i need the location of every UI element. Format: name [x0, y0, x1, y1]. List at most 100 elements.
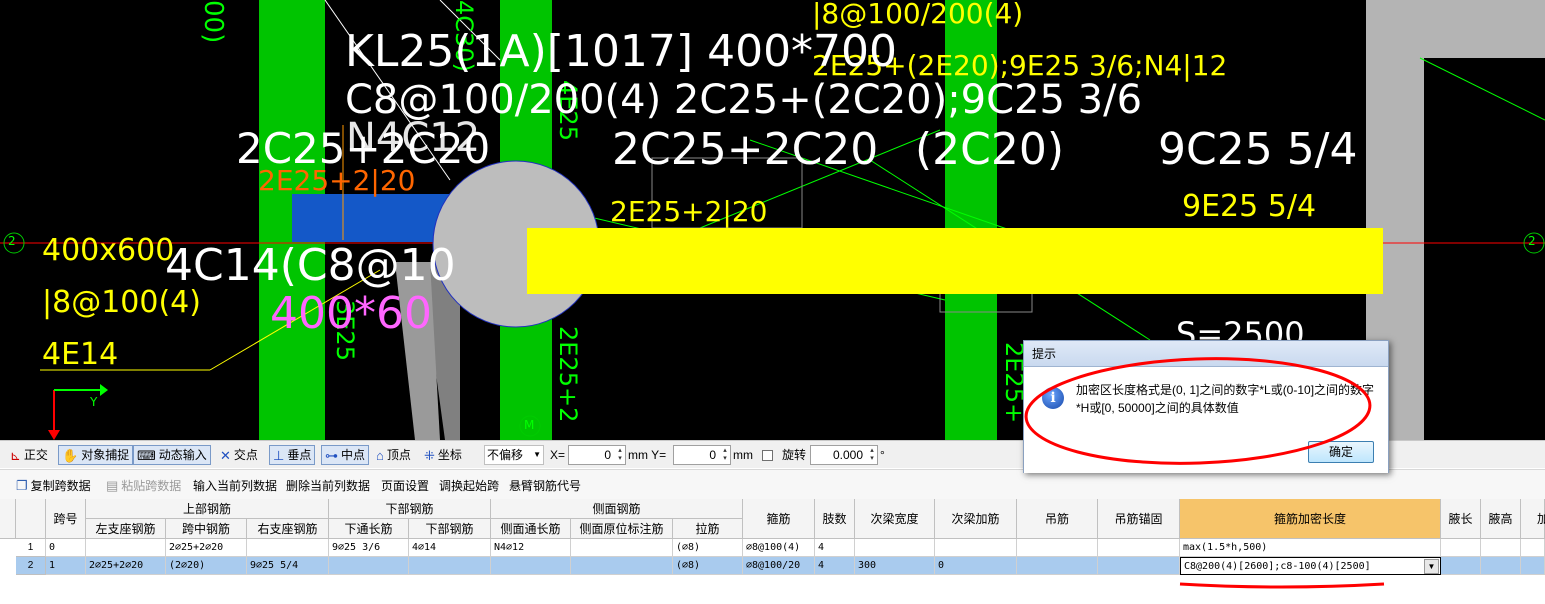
cell-span[interactable]: 0	[46, 539, 86, 557]
y-label: mm Y=	[628, 448, 667, 462]
ortho-icon: ⊾	[10, 447, 21, 463]
coordinate-snap[interactable]: ⁜ 坐标	[424, 445, 462, 465]
header-tie[interactable]: 拉筋	[673, 519, 743, 539]
dynamic-input-toggle[interactable]: ⌨ 动态输入	[133, 445, 211, 465]
rotate-checkbox[interactable]: 旋转	[762, 445, 806, 465]
cell-hanger-anchor[interactable]	[1098, 539, 1180, 557]
cell-stirrup[interactable]: ⌀8@100/20	[743, 557, 815, 575]
header-hanger-anchor[interactable]: 吊筋锚固	[1098, 499, 1180, 539]
cell-sec-beam-extra[interactable]	[935, 539, 1017, 557]
cell-right-support[interactable]	[247, 539, 329, 557]
header-haunch-length[interactable]: 腋长	[1441, 499, 1481, 539]
cell-side-through[interactable]	[491, 557, 571, 575]
cell-densify-length[interactable]: max(1.5*h,500)	[1180, 539, 1441, 557]
header-side-origin[interactable]: 侧面原位标注筋	[571, 519, 673, 539]
header-left-support[interactable]: 左支座钢筋	[86, 519, 166, 539]
cad-mid-span-rebar: 2C25+2C20	[612, 124, 879, 175]
cell-haunch-length[interactable]	[1441, 557, 1481, 575]
cell-mid-span[interactable]: 2⌀25+2⌀20	[166, 539, 247, 557]
ok-button[interactable]: 确定	[1308, 441, 1374, 463]
vertex-snap[interactable]: ⌂ 顶点	[376, 445, 411, 465]
copy-span-label: 复制跨数据	[30, 479, 91, 493]
intersection-snap[interactable]: ✕ 交点	[220, 445, 258, 465]
x-input[interactable]: 0	[568, 445, 626, 465]
cell-legs[interactable]: 4	[815, 539, 855, 557]
checkbox-icon	[762, 449, 773, 461]
dynamic-input-label: 动态输入	[158, 448, 207, 462]
header-sec-beam-width[interactable]: 次梁宽度	[855, 499, 935, 539]
ortho-toggle[interactable]: ⊾ 正交	[10, 445, 48, 465]
header-haunch-height[interactable]: 腋高	[1481, 499, 1521, 539]
cell-bottom-through[interactable]: 9⌀25 3/6	[329, 539, 409, 557]
cell-side-through[interactable]: N4⌀12	[491, 539, 571, 557]
header-right-support[interactable]: 右支座钢筋	[247, 519, 329, 539]
cantilever-code-button[interactable]: 悬臂钢筋代号	[509, 477, 581, 494]
header-stirrup[interactable]: 箍筋	[743, 499, 815, 539]
header-densify-length[interactable]: 箍筋加密长度	[1180, 499, 1441, 539]
cell-haunch-height[interactable]	[1481, 539, 1521, 557]
cell-left-support[interactable]: 2⌀25+2⌀20	[86, 557, 166, 575]
cell-right-support[interactable]: 9⌀25 5/4	[247, 557, 329, 575]
densify-length-editor[interactable]: C8@200(4)[2600];c8-100(4)[2500]	[1180, 557, 1441, 575]
cad-stirrup-top-right: |8@100/200(4)	[812, 0, 1024, 30]
dynamic-input-icon: ⌨	[137, 447, 156, 463]
snap-toggle[interactable]: ✋ 对象捕捉	[58, 445, 134, 465]
cad-top-clip-text: 00)	[198, 0, 228, 44]
cell-sec-beam-extra[interactable]: 0	[935, 557, 1017, 575]
header-span-no[interactable]: 跨号	[46, 499, 86, 539]
header-side-rebar: 侧面钢筋	[491, 499, 743, 519]
cell-haunch-length[interactable]	[1441, 539, 1481, 557]
header-sec-beam-extra[interactable]: 次梁加筋	[935, 499, 1017, 539]
midpoint-label: 中点	[341, 448, 366, 462]
header-bottom-through[interactable]: 下通长筋	[329, 519, 409, 539]
intersection-label: 交点	[233, 448, 258, 462]
cell-bottom-through[interactable]	[329, 557, 409, 575]
y-input[interactable]: 0	[673, 445, 731, 465]
copy-span-button[interactable]: ❐ 复制跨数据	[16, 477, 91, 494]
header-side-through[interactable]: 侧面通长筋	[491, 519, 571, 539]
input-column-button[interactable]: 输入当前列数据	[193, 477, 277, 494]
header-bottom-bar[interactable]: 下部钢筋	[409, 519, 491, 539]
header-legs[interactable]: 肢数	[815, 499, 855, 539]
header-mid-span[interactable]: 跨中钢筋	[166, 519, 247, 539]
midpoint-snap[interactable]: ⊶ 中点	[321, 445, 370, 465]
cell-span[interactable]: 1	[46, 557, 86, 575]
x-label: X=	[550, 448, 566, 462]
swap-span-button[interactable]: 调换起始跨	[439, 477, 499, 494]
cell-hanger[interactable]	[1017, 539, 1098, 557]
header-hanger[interactable]: 吊筋	[1017, 499, 1098, 539]
midpoint-icon: ⊶	[325, 447, 338, 463]
chevron-down-icon[interactable]: ▼	[1424, 559, 1439, 574]
cell-haunch-height[interactable]	[1481, 557, 1521, 575]
cell-left-support[interactable]	[86, 539, 166, 557]
grey-structure-inner	[1424, 58, 1545, 440]
cell-hanger-anchor[interactable]	[1098, 557, 1180, 575]
cell-sec-beam-width[interactable]	[855, 539, 935, 557]
row-number: 2	[16, 557, 46, 575]
degree-label: °	[880, 448, 885, 462]
perpendicular-snap[interactable]: ⊥ 垂点	[269, 445, 316, 465]
header-more[interactable]: 加	[1521, 499, 1545, 539]
cell-more[interactable]	[1521, 557, 1545, 575]
cell-mid-span[interactable]: (2⌀20)	[166, 557, 247, 575]
cell-tie[interactable]: (⌀8)	[673, 557, 743, 575]
cell-side-origin[interactable]	[571, 557, 673, 575]
coordinate-icon: ⁜	[424, 447, 435, 463]
cad-right-support-rebar: 9C25 5/4	[1158, 124, 1358, 175]
cell-legs[interactable]: 4	[815, 557, 855, 575]
cell-bottom-bar[interactable]: 4⌀14	[409, 539, 491, 557]
cell-hanger[interactable]	[1017, 557, 1098, 575]
cell-sec-beam-width[interactable]: 300	[855, 557, 935, 575]
cell-stirrup[interactable]: ⌀8@100(4)	[743, 539, 815, 557]
rotate-input[interactable]: 0.000	[810, 445, 878, 465]
cell-bottom-bar[interactable]	[409, 557, 491, 575]
delete-column-button[interactable]: 删除当前列数据	[286, 477, 370, 494]
offset-mode-select[interactable]: 不偏移 ▼	[484, 445, 544, 465]
cell-more[interactable]	[1521, 539, 1545, 557]
cad-column-size: 400x600	[42, 233, 175, 268]
page-setup-button[interactable]: 页面设置	[381, 477, 429, 494]
paste-span-button[interactable]: ▤ 粘贴跨数据	[106, 477, 181, 494]
cell-side-origin[interactable]	[571, 539, 673, 557]
coordinate-label: 坐标	[437, 448, 462, 462]
cell-tie[interactable]: (⌀8)	[673, 539, 743, 557]
